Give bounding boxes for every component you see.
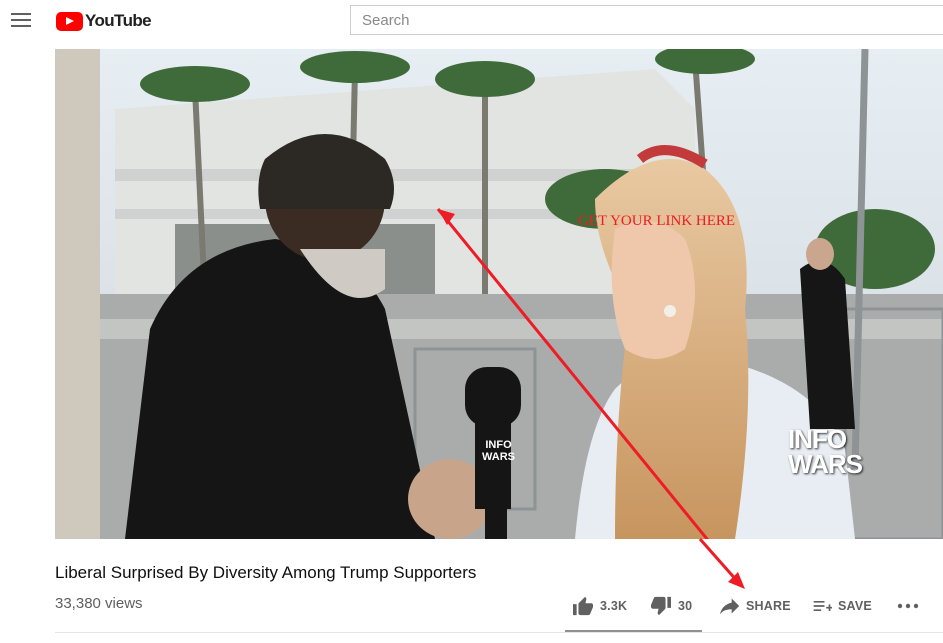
more-actions-button[interactable] (897, 596, 919, 616)
more-horizontal-icon (897, 603, 919, 609)
thumbs-down-icon (651, 596, 671, 616)
like-button[interactable]: 3.3K (572, 596, 627, 616)
save-button[interactable]: SAVE (812, 596, 872, 616)
share-arrow-icon (720, 598, 740, 615)
dislike-count: 30 (678, 599, 693, 613)
thumbs-up-icon (573, 596, 593, 616)
dislike-button[interactable]: 30 (650, 596, 692, 616)
share-button[interactable]: SHARE (720, 596, 791, 616)
like-count: 3.3K (600, 599, 628, 613)
share-label: SHARE (746, 599, 791, 613)
view-count: 33,380 views (55, 595, 143, 612)
save-label: SAVE (838, 599, 872, 613)
video-title: Liberal Surprised By Diversity Among Tru… (55, 563, 477, 582)
divider (55, 632, 943, 633)
playlist-add-icon (813, 601, 832, 611)
arrow-overlay (698, 538, 745, 589)
